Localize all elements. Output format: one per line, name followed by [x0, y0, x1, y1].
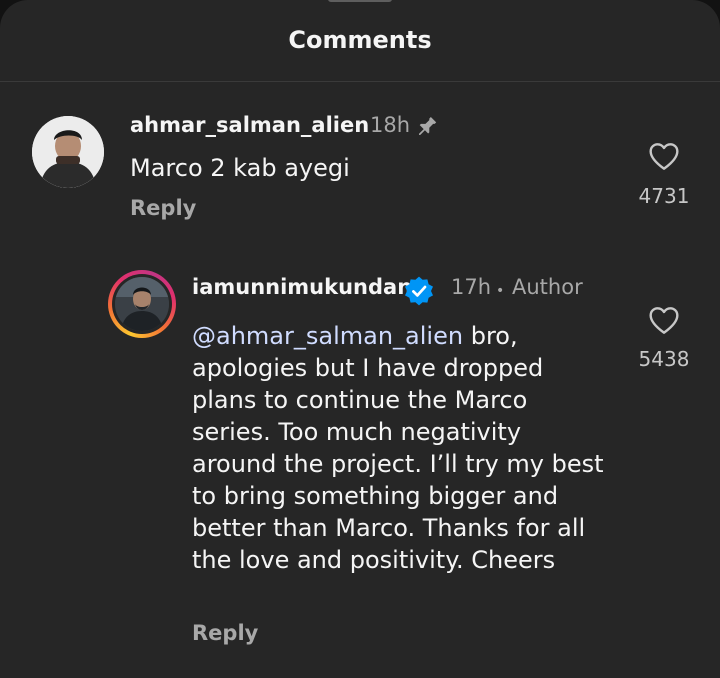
heart-outline-icon[interactable]	[648, 141, 680, 171]
verified-badge-icon	[405, 276, 433, 306]
pin-icon	[418, 117, 437, 136]
story-ring[interactable]	[108, 270, 176, 338]
reply-username[interactable]: iamunnimukundan	[192, 275, 412, 299]
comments-sheet: Comments ahmar_salman_alien 18h Marco 2 …	[0, 0, 720, 678]
separator-dot: •	[496, 283, 505, 299]
mention-link[interactable]: @ahmar_salman_alien	[192, 322, 463, 350]
reply-button[interactable]: Reply	[130, 196, 196, 220]
comment-text: Marco 2 kab ayegi	[130, 154, 350, 182]
reply-time: 17h	[451, 275, 492, 299]
drag-handle[interactable]	[328, 0, 392, 2]
avatar[interactable]	[32, 116, 104, 188]
comment-username[interactable]: ahmar_salman_alien	[130, 113, 369, 137]
like-count: 4731	[638, 184, 690, 208]
sheet-title: Comments	[288, 26, 432, 54]
reply-body-text: bro, apologies but I have dropped plans …	[192, 322, 604, 574]
like-count: 5438	[638, 347, 690, 371]
header-divider	[0, 81, 720, 82]
author-label: Author	[512, 275, 583, 299]
heart-outline-icon[interactable]	[648, 305, 680, 335]
reply-text: @ahmar_salman_alien bro, apologies but I…	[192, 320, 612, 576]
avatar[interactable]	[115, 277, 169, 331]
comment-time: 18h	[370, 113, 411, 137]
reply-button[interactable]: Reply	[192, 621, 258, 645]
